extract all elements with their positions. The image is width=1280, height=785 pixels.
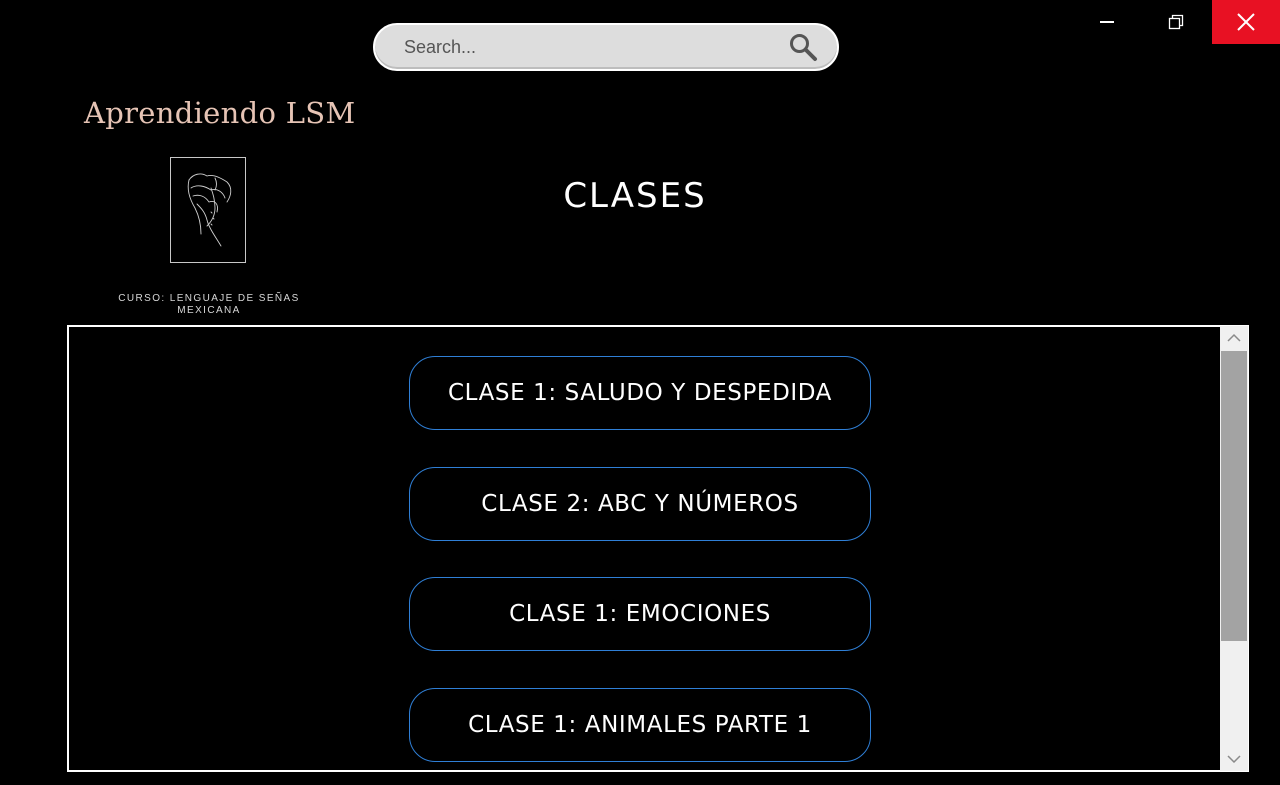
course-subtitle-line2: MEXICANA (177, 305, 241, 316)
search-bar (373, 23, 839, 71)
course-subtitle-line1: CURSO: LENGUAJE DE SEÑAS (118, 293, 300, 304)
scroll-down-button[interactable] (1220, 747, 1248, 771)
scroll-up-button[interactable] (1220, 326, 1248, 350)
class-button-1[interactable]: CLASE 1: SALUDO Y DESPEDIDA (409, 356, 871, 430)
hand-sign-icon (187, 173, 232, 247)
restore-button[interactable] (1143, 0, 1209, 44)
minimize-icon (1100, 21, 1114, 23)
scrollbar[interactable] (1220, 326, 1248, 771)
logo (170, 157, 246, 263)
app-window: Aprendiendo LSM CURSO: LENGUAJE DE SEÑAS… (0, 0, 1280, 785)
search-input[interactable] (375, 35, 781, 59)
class-button-4[interactable]: CLASE 1: ANIMALES PARTE 1 (409, 688, 871, 762)
close-button[interactable] (1212, 0, 1280, 44)
minimize-button[interactable] (1074, 0, 1140, 44)
page-title: CLASES (563, 176, 707, 216)
search-icon[interactable] (781, 25, 825, 69)
scroll-thumb[interactable] (1221, 351, 1247, 641)
class-list-panel: CLASE 1: SALUDO Y DESPEDIDA CLASE 2: ABC… (67, 325, 1249, 772)
brand-title: Aprendiendo LSM (84, 96, 356, 130)
close-icon (1237, 13, 1255, 31)
restore-icon (1168, 14, 1184, 30)
class-button-3[interactable]: CLASE 1: EMOCIONES (409, 577, 871, 651)
chevron-up-icon (1227, 333, 1241, 342)
chevron-down-icon (1227, 755, 1241, 764)
course-subtitle: CURSO: LENGUAJE DE SEÑAS MEXICANA (109, 293, 309, 317)
class-button-2[interactable]: CLASE 2: ABC Y NÚMEROS (409, 467, 871, 541)
